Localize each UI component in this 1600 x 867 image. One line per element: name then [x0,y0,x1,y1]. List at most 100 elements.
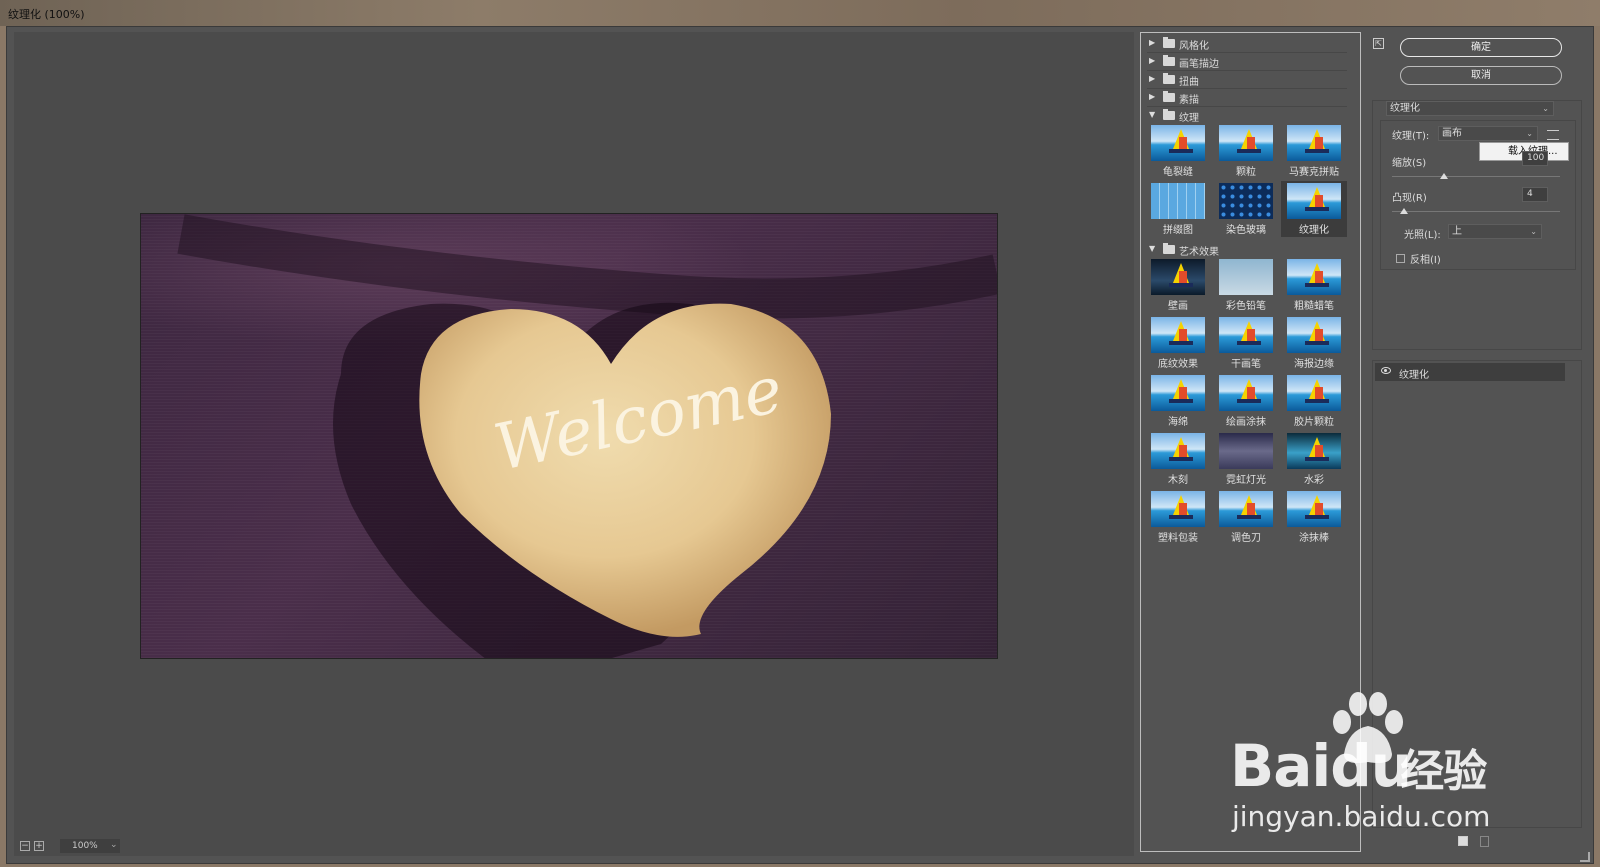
filter-thumb-film-grain[interactable]: 胶片颗粒 [1281,373,1347,429]
invert-checkbox[interactable] [1396,254,1405,263]
filter-label: 纹理化 [1299,225,1329,236]
filter-label: 彩色铅笔 [1226,301,1266,312]
filter-thumb-stained-glass[interactable]: 染色玻璃 [1213,181,1279,237]
filter-thumb-patchwork[interactable]: 拼缀图 [1145,181,1211,237]
thumbnail-image [1287,317,1341,353]
category-label: 艺术效果 [1179,247,1219,258]
filter-thumb-watercolor[interactable]: 水彩 [1281,431,1347,487]
filter-thumb-paint-daubs[interactable]: 绘画涂抹 [1213,373,1279,429]
scaling-slider-handle[interactable] [1440,173,1448,179]
texture-select[interactable]: 画布 ⌄ [1438,126,1538,141]
relief-label: 凸现(R) [1392,193,1427,204]
scaling-input[interactable]: 100 [1522,151,1548,166]
category-stylize[interactable]: ▶ 风格化 [1147,35,1347,53]
thumbnail-image [1151,183,1205,219]
effect-layer-label: 纹理化 [1399,370,1429,381]
filter-thumb-sponge[interactable]: 海绵 [1145,373,1211,429]
relief-slider[interactable] [1392,211,1560,212]
filter-thumb-mosaic-tiles[interactable]: 马赛克拼贴 [1281,123,1347,179]
thumbnail-image [1219,433,1273,469]
preview-image: Welcome [140,213,998,659]
filter-thumb-dry-brush[interactable]: 干画笔 [1213,315,1279,371]
category-label: 素描 [1179,95,1199,106]
filter-label: 木刻 [1168,475,1188,486]
collapse-arrow-icon[interactable]: ▼ [1149,244,1155,253]
filter-label: 颗粒 [1236,167,1256,178]
window-title: 纹理化 (100%) [8,8,85,21]
light-select-value: 上 [1452,226,1462,237]
resize-grip-icon[interactable] [1580,852,1590,862]
thumbnail-image [1287,491,1341,527]
thumbnail-image [1287,375,1341,411]
folder-icon [1163,91,1175,102]
filter-label: 胶片颗粒 [1294,417,1334,428]
filter-thumb-poster-edges[interactable]: 海报边缘 [1281,315,1347,371]
filter-thumb-colored-pencil[interactable]: 彩色铅笔 [1213,257,1279,313]
zoom-out-button[interactable]: − [20,841,30,851]
ok-button[interactable]: 确定 [1400,38,1562,57]
category-label: 纹理 [1179,113,1199,124]
thumbnail-image [1151,375,1205,411]
filter-label: 水彩 [1304,475,1324,486]
thumbnail-image [1219,125,1273,161]
category-texture[interactable]: ▼ 纹理 [1147,107,1347,124]
filter-thumb-palette-knife[interactable]: 调色刀 [1213,489,1279,545]
expand-arrow-icon[interactable]: ▶ [1149,74,1155,83]
folder-open-icon [1163,109,1175,120]
thumbnail-image [1219,259,1273,295]
filter-label: 龟裂缝 [1163,167,1193,178]
thumbnail-image [1151,317,1205,353]
watermark-url: jingyan.baidu.com [1232,800,1491,833]
scaling-slider[interactable] [1392,176,1560,177]
zoom-in-button[interactable]: + [34,841,44,851]
category-sketch[interactable]: ▶ 素描 [1147,89,1347,107]
effect-layer-row[interactable]: 纹理化 [1375,363,1565,381]
filter-label: 调色刀 [1231,533,1261,544]
heart-stone-photo: Welcome [177,214,997,658]
expand-arrow-icon[interactable]: ▶ [1149,92,1155,101]
category-artistic[interactable]: ▼ 艺术效果 [1147,241,1347,258]
category-distort[interactable]: ▶ 扭曲 [1147,71,1347,89]
visibility-eye-icon[interactable] [1381,367,1391,374]
scaling-label: 缩放(S) [1392,158,1427,169]
watermark-brand: Baidu经验 [1230,732,1487,800]
thumbnail-image [1287,433,1341,469]
filter-label: 底纹效果 [1158,359,1198,370]
category-brush-strokes[interactable]: ▶ 画笔描边 [1147,53,1347,71]
invert-label: 反相(I) [1410,255,1441,266]
filter-label: 干画笔 [1231,359,1261,370]
filter-thumb-fresco[interactable]: 壁画 [1145,257,1211,313]
thumbnail-image [1151,491,1205,527]
filter-thumb-plastic-wrap[interactable]: 塑料包装 [1145,489,1211,545]
filter-select[interactable]: 纹理化 ⌄ [1386,101,1554,116]
baidu-watermark: Baidu经验 jingyan.baidu.com [1228,690,1548,840]
filter-thumb-craquelure[interactable]: 龟裂缝 [1145,123,1211,179]
expand-arrow-icon[interactable]: ▶ [1149,38,1155,47]
filter-thumb-rough-pastels[interactable]: 粗糙蜡笔 [1281,257,1347,313]
window-titlebar: 纹理化 (100%) [0,0,1600,26]
folder-icon [1163,55,1175,66]
relief-slider-handle[interactable] [1400,208,1408,214]
thumbnail-image [1151,259,1205,295]
zoom-bar: − + 100% ⌄ [14,834,1134,856]
chevron-down-icon[interactable]: ⌄ [110,840,118,850]
collapse-arrow-icon[interactable]: ▼ [1149,110,1155,119]
texture-menu-icon[interactable] [1547,130,1559,140]
filter-thumb-texturizer[interactable]: 纹理化 [1281,181,1347,237]
filter-thumb-grain[interactable]: 颗粒 [1213,123,1279,179]
cancel-button[interactable]: 取消 [1400,66,1562,85]
collapse-gallery-icon[interactable]: ⇱ [1373,38,1384,49]
filter-label: 粗糙蜡笔 [1294,301,1334,312]
filter-thumb-neon-glow[interactable]: 霓虹灯光 [1213,431,1279,487]
folder-open-icon [1163,243,1175,254]
thumbnail-image [1219,491,1273,527]
filter-thumb-cutout[interactable]: 木刻 [1145,431,1211,487]
relief-input[interactable]: 4 [1522,187,1548,202]
expand-arrow-icon[interactable]: ▶ [1149,56,1155,65]
filter-thumb-underpainting[interactable]: 底纹效果 [1145,315,1211,371]
filter-thumb-smudge-stick[interactable]: 涂抹棒 [1281,489,1347,545]
chevron-down-icon: ⌄ [1530,227,1537,236]
category-label: 扭曲 [1179,77,1199,88]
light-select[interactable]: 上 ⌄ [1448,224,1542,239]
filter-label: 绘画涂抹 [1226,417,1266,428]
